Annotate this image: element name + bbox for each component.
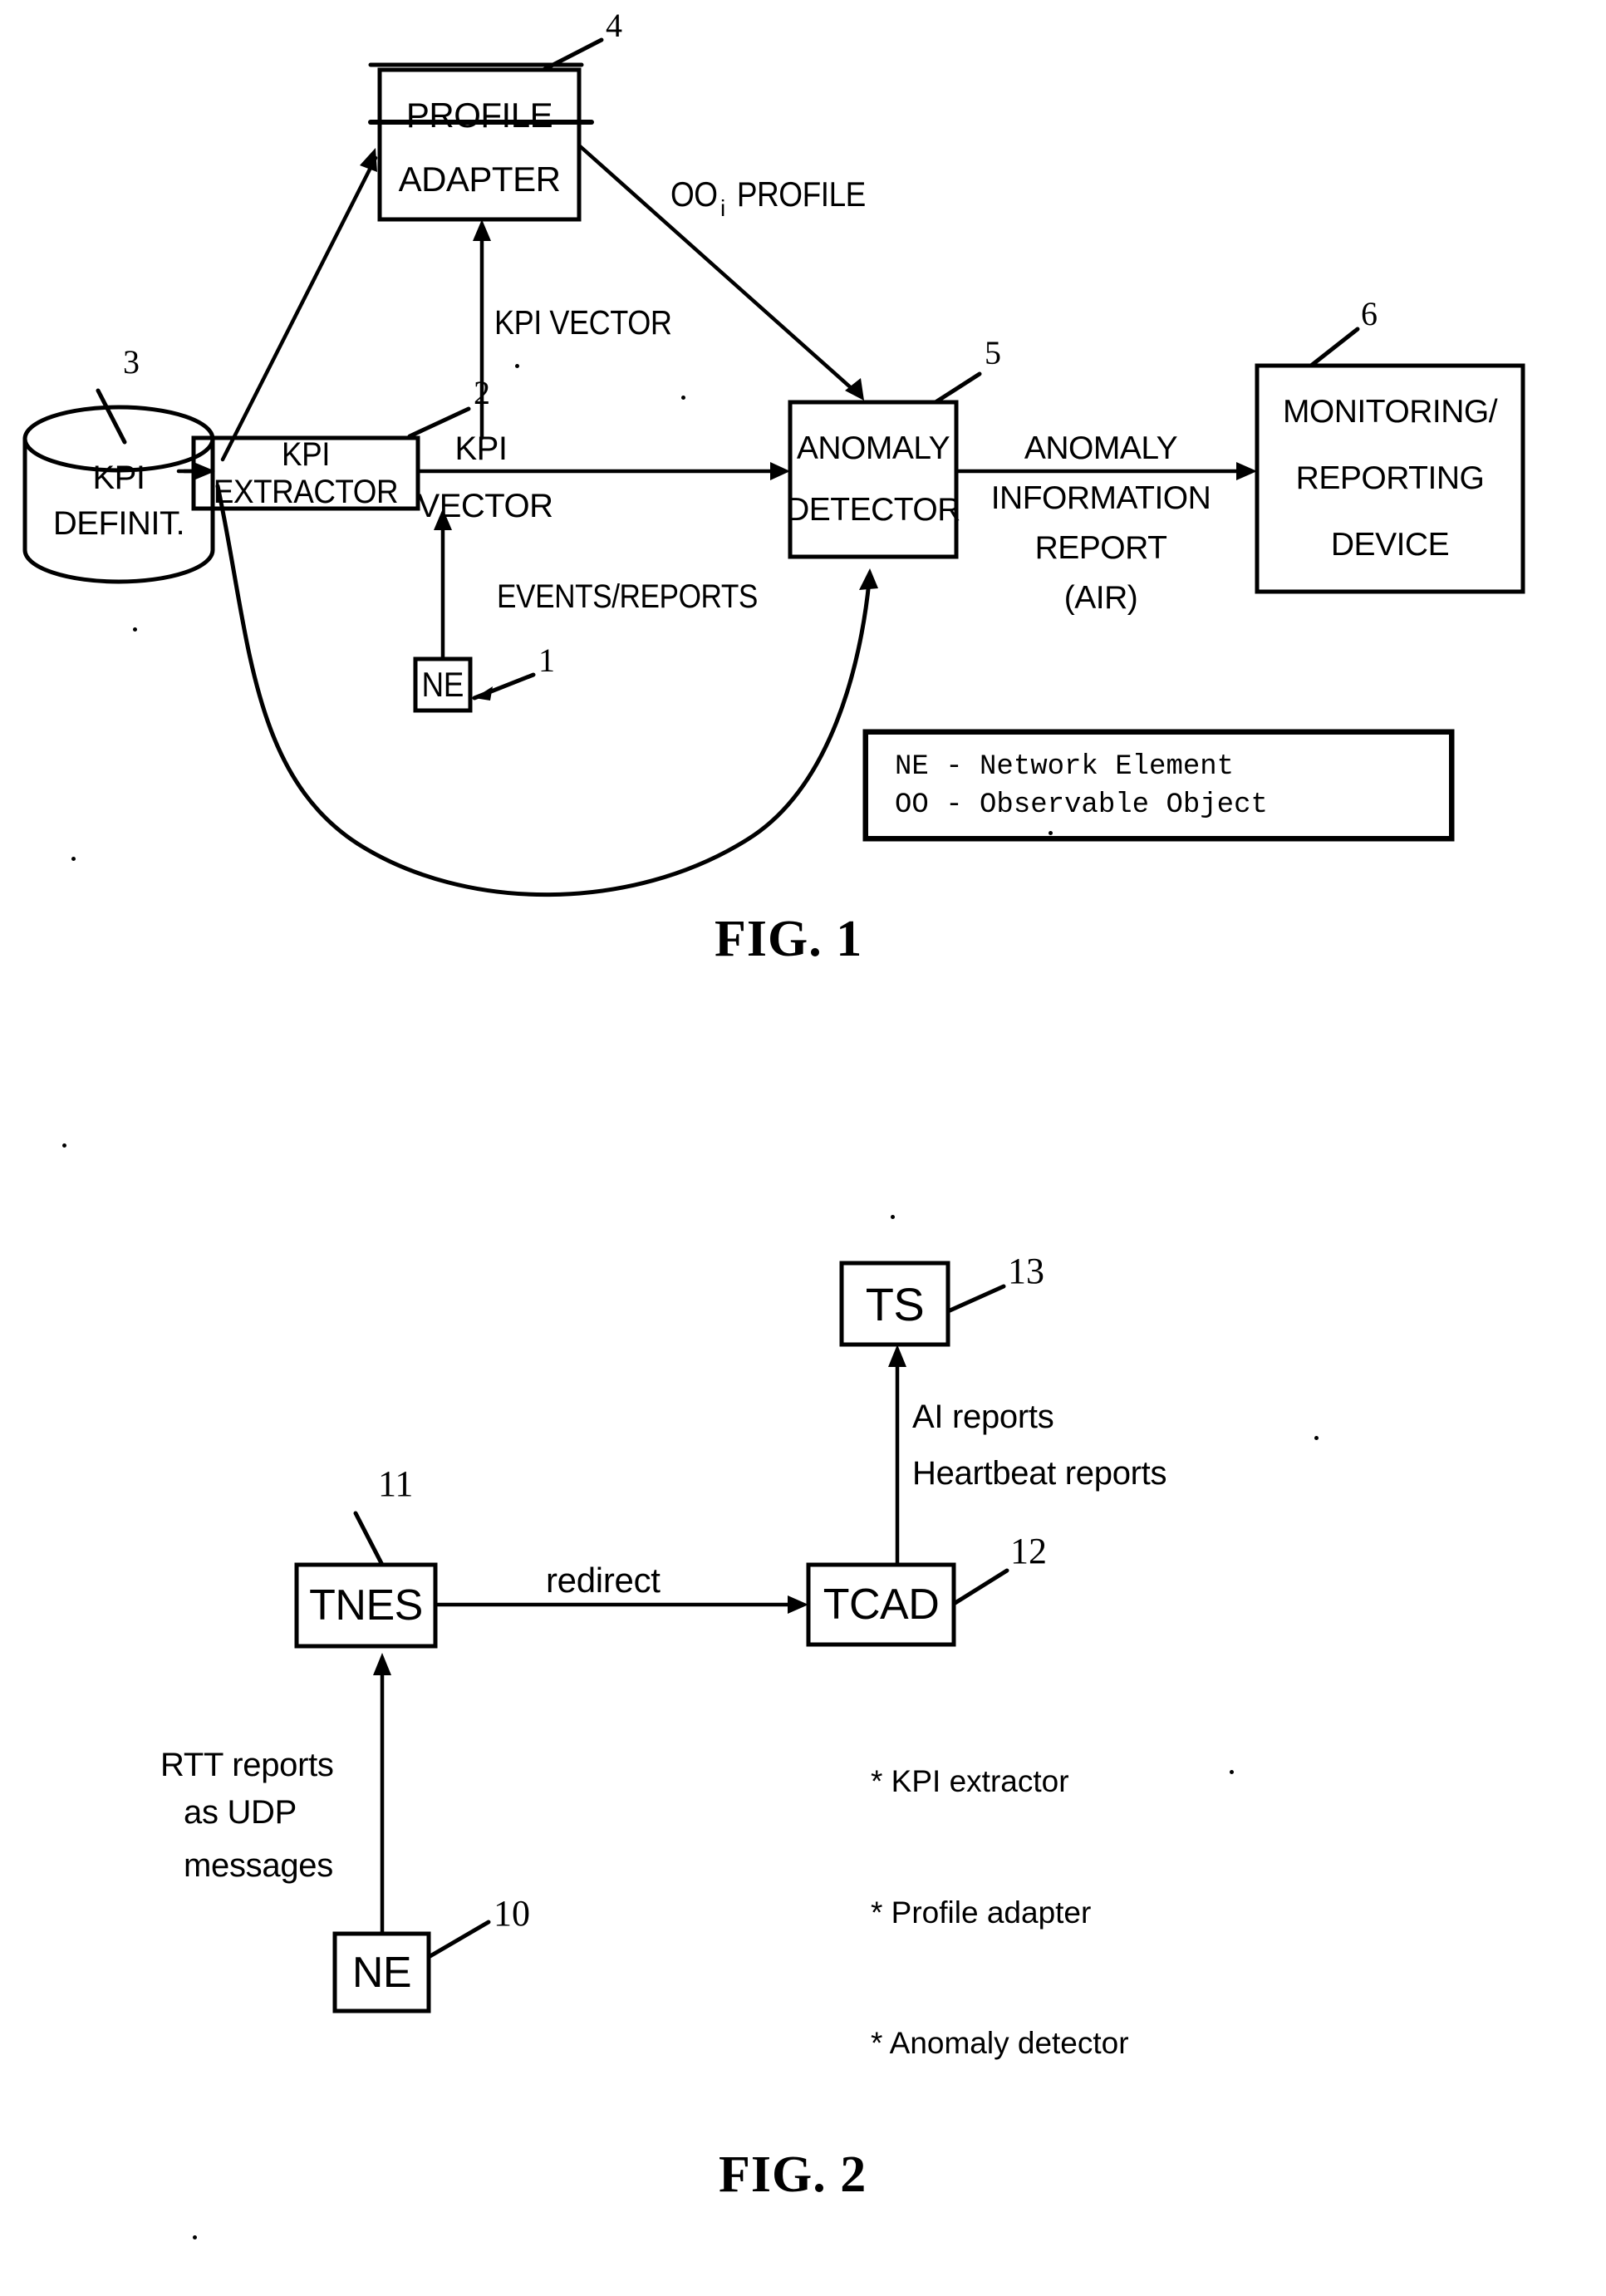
ref-number-3: 3: [123, 343, 140, 381]
scan-speck: [71, 857, 76, 861]
ref-number-11: 11: [378, 1463, 414, 1504]
kpi-definitions-block: KPI DEFINIT.: [25, 447, 213, 555]
ref-number-2: 2: [474, 374, 490, 411]
network-element-block-fig2: NE: [335, 1934, 429, 2011]
scan-speck: [891, 1215, 895, 1219]
ts-reports-line1: AI reports: [912, 1399, 1054, 1435]
anomaly-detector-line1: ANOMALY: [796, 430, 950, 466]
ooi-profile-label: OO i PROFILE: [631, 140, 885, 249]
kpi-vector-vertical-label: KPI VECTOR: [494, 303, 672, 342]
legend-box: NE - Network Element OO - Observable Obj…: [865, 731, 1452, 839]
scan-speck: [193, 2235, 197, 2239]
oo-profile-prefix: OO: [670, 175, 718, 214]
diagram-line-art: [22, 37, 1525, 2013]
ref-number-1: 1: [538, 642, 555, 679]
ref-number-5: 5: [985, 334, 1001, 371]
scan-speck: [133, 627, 137, 632]
ne-reports-line2: as UDP: [184, 1794, 297, 1831]
tcad-functions-list: * KPI extractor * Profile adapter * Anom…: [871, 1673, 1129, 2153]
scan-speck: [515, 364, 519, 368]
trace-server-block: TS: [842, 1263, 948, 1345]
patent-drawing-sheet: PROFILE ADAPTER 4 OO i PROFILE KPI VECTOR…: [0, 0, 1606, 2296]
scan-speck: [1049, 831, 1053, 835]
tcad-label: TCAD: [823, 1581, 940, 1629]
redirect-label: redirect: [546, 1561, 661, 1600]
monitoring-device-line3: DEVICE: [1330, 527, 1450, 563]
figure-1-caption: FIG. 1: [715, 911, 863, 967]
kpi-extractor-label: KPI EXTRACTOR: [213, 435, 399, 510]
monitoring-reporting-device-block: MONITORING/ REPORTING DEVICE: [1257, 366, 1523, 592]
kpi-definitions-line1: KPI: [92, 460, 145, 496]
network-element-label-fig2: NE: [351, 1948, 412, 1997]
ne-reports-line1: RTT reports: [160, 1747, 334, 1783]
anomaly-detector-block: ANOMALY DETECTOR: [786, 402, 960, 557]
profile-adapter-line1: PROFILE: [405, 96, 553, 135]
anomaly-detector-line2: DETECTOR: [786, 492, 960, 528]
ref-number-13: 13: [1008, 1251, 1044, 1291]
kpi-definitions-line2: DEFINIT.: [52, 505, 185, 542]
tcad-function-item-2: * Profile adapter: [871, 1895, 1092, 1930]
monitoring-device-line1: MONITORING/: [1282, 394, 1498, 430]
ref-number-6: 6: [1361, 295, 1378, 332]
ts-reports-line2: Heartbeat reports: [912, 1455, 1167, 1492]
trace-server-label: TS: [865, 1277, 925, 1330]
scan-speck: [1230, 1770, 1234, 1774]
scan-speck: [681, 396, 685, 400]
network-element-block-fig1: NE: [415, 659, 470, 710]
tcad-function-item-1: * KPI extractor: [871, 1764, 1069, 1799]
tcad-function-item-3: * Anomaly detector: [871, 2026, 1129, 2061]
figure-2-caption: FIG. 2: [719, 2146, 867, 2203]
legend-line-ne: NE - Network Element: [895, 751, 1235, 783]
scan-speck: [1314, 1436, 1319, 1440]
kpi-vector-horizontal-line2: VECTOR: [417, 488, 553, 524]
legend-line-oo: OO - Observable Object: [895, 789, 1268, 821]
ref-number-10: 10: [494, 1893, 530, 1934]
ne-reports-line3: messages: [184, 1847, 333, 1884]
air-label-line2: INFORMATION: [990, 480, 1211, 516]
kpi-extractor-block: KPI EXTRACTOR: [194, 435, 418, 510]
profile-adapter-line2: ADAPTER: [398, 160, 561, 199]
ref-number-12: 12: [1010, 1531, 1047, 1571]
air-label-line1: ANOMALY: [1024, 430, 1178, 466]
air-label-line3: REPORT: [1034, 530, 1167, 566]
kpi-vector-horizontal-line1: KPI: [454, 430, 508, 467]
tcad-block: TCAD: [808, 1565, 954, 1645]
air-label-line4: (AIR): [1063, 580, 1138, 616]
network-element-label-fig1: NE: [421, 665, 464, 704]
events-reports-label: EVENTS/REPORTS: [497, 578, 758, 615]
profile-adapter-block: PROFILE ADAPTER: [380, 70, 579, 219]
oo-profile-subscript: i: [720, 195, 726, 222]
tnes-block: TNES: [297, 1565, 435, 1646]
oo-profile-suffix: PROFILE: [729, 175, 867, 214]
tnes-label: TNES: [309, 1581, 423, 1630]
monitoring-device-line2: REPORTING: [1295, 460, 1485, 496]
ref-number-4: 4: [606, 7, 622, 44]
scan-speck: [62, 1143, 66, 1148]
